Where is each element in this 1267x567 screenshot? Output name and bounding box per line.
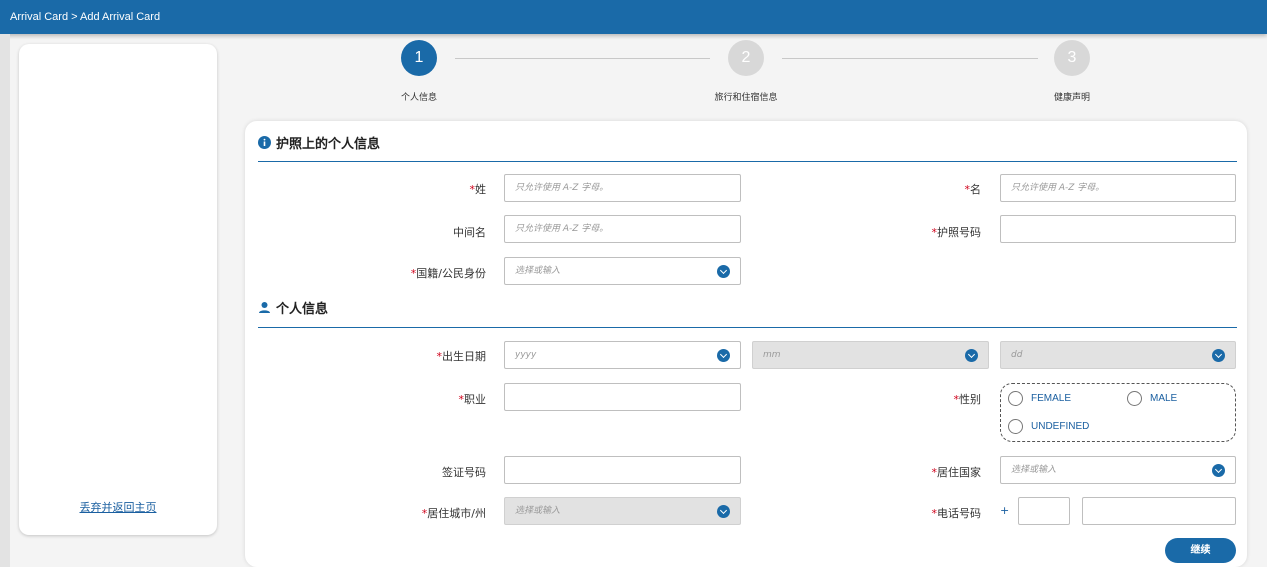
chevron-down-circle-icon (1212, 464, 1225, 477)
passport-section-divider (258, 161, 1237, 162)
personal-section-title-text: 个人信息 (276, 302, 329, 317)
breadcrumb: Arrival Card > Add Arrival Card (0, 0, 1267, 34)
gender-male-radio[interactable]: MALE (1127, 391, 1177, 406)
personal-section-title: 个人信息 (258, 298, 328, 317)
passport-section-title: 护照上的个人信息 (258, 133, 380, 152)
person-icon (259, 302, 270, 313)
continue-button[interactable]: 继续 (1165, 538, 1236, 563)
chevron-down-circle-icon (717, 265, 730, 278)
discard-return-home-link[interactable]: 丢弃并返回主页 (19, 499, 217, 515)
nationality-label: *国籍/公民身份 (410, 267, 486, 280)
radio-circle-icon (1127, 391, 1142, 406)
visa-number-input[interactable] (504, 456, 741, 484)
step-connector-2 (782, 58, 1038, 59)
residence-country-select[interactable]: 选择或输入 (1000, 456, 1236, 484)
step-2-label: 旅行和住宿信息 (714, 93, 778, 103)
given-name-input[interactable]: 只允许使用 A-Z 字母。 (1000, 174, 1236, 202)
step-connector-1 (455, 58, 710, 59)
chevron-down-circle-icon (1212, 349, 1225, 362)
occupation-label: *职业 (458, 393, 487, 406)
step-3-circle[interactable]: 3 (1054, 40, 1090, 76)
left-edge (0, 34, 10, 567)
phone-label: *电话号码 (931, 507, 982, 520)
info-circle-icon (258, 136, 271, 149)
occupation-input[interactable] (504, 383, 741, 411)
dob-day-select[interactable]: dd (1000, 341, 1236, 369)
dob-year-select[interactable]: yyyy (504, 341, 741, 369)
personal-section-divider (258, 327, 1237, 328)
chevron-down-circle-icon (717, 505, 730, 518)
visa-number-label: 签证号码 (442, 466, 486, 479)
dob-month-select[interactable]: mm (752, 341, 989, 369)
passport-number-input[interactable] (1000, 215, 1236, 243)
passport-number-label: *护照号码 (931, 226, 982, 239)
middle-name-input[interactable]: 只允许使用 A-Z 字母。 (504, 215, 741, 243)
gender-undefined-radio[interactable]: UNDEFINED (1008, 419, 1089, 434)
given-name-label: *名 (964, 183, 982, 196)
nationality-select[interactable]: 选择或输入 (504, 257, 741, 285)
residence-country-label: *居住国家 (931, 466, 982, 479)
surname-input[interactable]: 只允许使用 A-Z 字母。 (504, 174, 741, 202)
sidebar: 丢弃并返回主页 (19, 44, 217, 535)
gender-female-radio[interactable]: FEMALE (1008, 391, 1071, 406)
chevron-down-circle-icon (717, 349, 730, 362)
surname-label: *姓 (469, 183, 487, 196)
gender-radio-group: FEMALE MALE UNDEFINED (1000, 383, 1236, 442)
step-1-label: 个人信息 (400, 93, 437, 103)
step-3-label: 健康声明 (1053, 93, 1090, 103)
residence-city-label: *居住城市/州 (421, 507, 486, 520)
phone-country-code-input[interactable] (1018, 497, 1070, 525)
step-1-circle[interactable]: 1 (401, 40, 437, 76)
chevron-down-circle-icon (965, 349, 978, 362)
gender-label: *性别 (953, 393, 982, 406)
radio-circle-icon (1008, 419, 1023, 434)
middle-name-label: 中间名 (453, 226, 486, 239)
dob-label: *出生日期 (436, 350, 487, 363)
residence-city-select[interactable]: 选择或输入 (504, 497, 741, 525)
step-2-circle[interactable]: 2 (728, 40, 764, 76)
phone-plus-sign: + (1000, 504, 1010, 517)
phone-number-input[interactable] (1082, 497, 1236, 525)
radio-circle-icon (1008, 391, 1023, 406)
passport-section-title-text: 护照上的个人信息 (276, 137, 381, 152)
